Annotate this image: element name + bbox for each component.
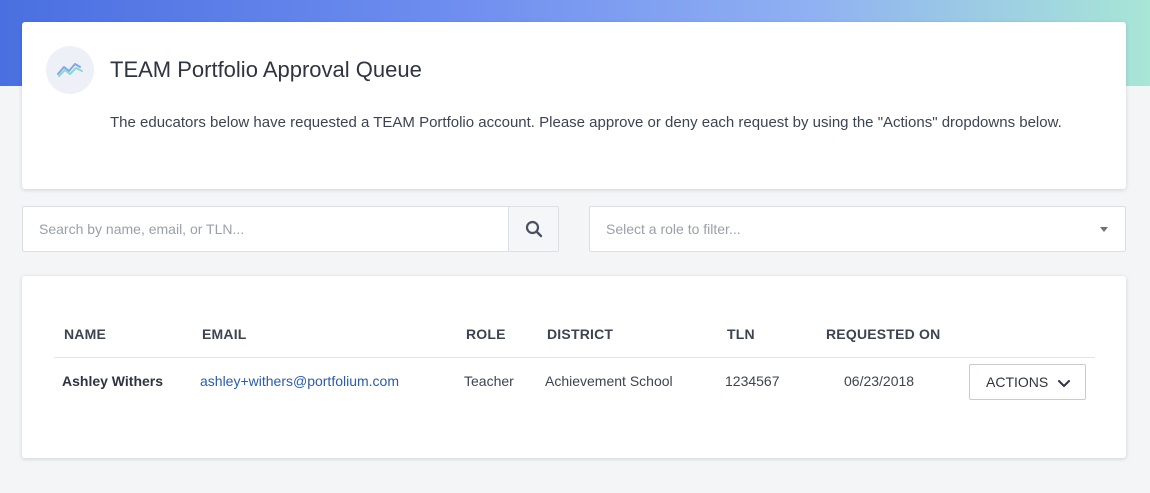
search-input[interactable] [23, 207, 508, 251]
actions-dropdown-button[interactable]: ACTIONS [969, 364, 1086, 400]
column-header-name: NAME [64, 326, 107, 342]
page-description: The educators below have requested a TEA… [110, 114, 1062, 131]
row-email-link[interactable]: ashley+withers@portfolium.com [200, 373, 399, 389]
column-header-district: DISTRICT [547, 326, 614, 342]
role-filter-placeholder: Select a role to filter... [606, 221, 741, 237]
row-requested-on: 06/23/2018 [844, 373, 915, 389]
search-box [22, 206, 559, 252]
search-button[interactable] [508, 207, 558, 251]
column-header-email: EMAIL [202, 326, 247, 342]
role-filter-select[interactable]: Select a role to filter... [589, 206, 1126, 252]
logo [46, 46, 94, 94]
approval-table: NAME EMAIL ROLE DISTRICT TLN REQUESTED O… [22, 276, 1126, 458]
trend-line-icon [57, 63, 83, 77]
column-header-role: ROLE [466, 326, 506, 342]
row-district: Achievement School [545, 373, 673, 389]
search-icon [525, 220, 542, 238]
header-card: TEAM Portfolio Approval Queue The educat… [22, 22, 1126, 189]
column-header-tln: TLN [727, 326, 755, 342]
row-role: Teacher [464, 373, 514, 389]
table-divider [54, 357, 1095, 358]
row-tln: 1234567 [725, 373, 780, 389]
chevron-down-icon [1058, 380, 1070, 387]
column-header-requested-on: REQUESTED ON [826, 326, 941, 342]
actions-label: ACTIONS [986, 374, 1049, 390]
page-title: TEAM Portfolio Approval Queue [110, 57, 422, 82]
row-name: Ashley Withers [62, 373, 164, 389]
caret-down-icon [1100, 227, 1108, 232]
